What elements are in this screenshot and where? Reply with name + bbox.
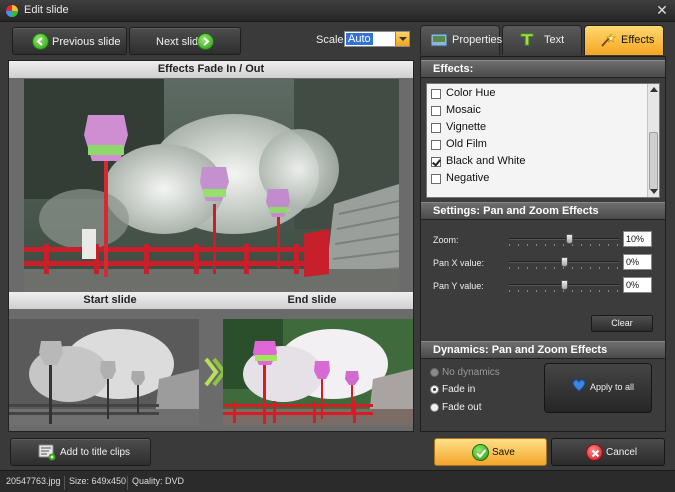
effects-header: Effects: [421, 60, 665, 78]
tab-effects[interactable]: Effects [584, 25, 664, 55]
radio-label: No dynamics [442, 367, 500, 378]
apply-to-all-button[interactable]: Apply to all [544, 363, 652, 413]
main-preview-image [24, 79, 399, 292]
scroll-thumb[interactable] [649, 132, 658, 190]
pany-label: Pan Y value: [433, 281, 484, 291]
tab-properties[interactable]: Properties [420, 25, 503, 55]
panx-slider-knob[interactable] [561, 257, 568, 267]
scale-value: Auto [346, 33, 373, 45]
zoom-slider-knob[interactable] [566, 234, 573, 244]
zoom-slider[interactable] [509, 234, 619, 248]
cancel-button[interactable]: Cancel [551, 438, 665, 466]
tab-effects-label: Effects [621, 34, 655, 46]
preview-panel: Effects Fade In / Out Start slide End sl… [8, 60, 414, 432]
arrow-right-icon [197, 33, 214, 50]
window-title: Edit slide [24, 4, 69, 16]
zoom-label: Zoom: [433, 235, 459, 245]
start-slide-header: Start slide [9, 292, 211, 309]
title-bar: Edit slide ✕ [0, 0, 675, 22]
effect-label: Old Film [446, 138, 487, 150]
zoom-value-field[interactable]: 10% [623, 231, 652, 247]
dynamics-header: Dynamics: Pan and Zoom Effects [421, 341, 665, 359]
radio-label: Fade in [442, 384, 476, 395]
effects-panel: Effects: Color Hue Mosaic Vignette Old F… [420, 56, 666, 432]
cancel-x-icon [586, 444, 603, 461]
close-icon: ✕ [656, 2, 668, 18]
effects-list: Color Hue Mosaic Vignette Old Film Black… [426, 83, 660, 198]
edit-slide-window: Edit slide ✕ Previous slide Next slide S… [0, 0, 675, 492]
settings-header: Settings: Pan and Zoom Effects [421, 202, 665, 220]
arrow-left-icon [32, 33, 49, 50]
next-slide-button[interactable]: Next slide [129, 27, 241, 55]
apply-to-all-label: Apply to all [590, 382, 635, 392]
close-button[interactable]: ✕ [653, 2, 671, 19]
save-button[interactable]: Save [434, 438, 547, 466]
effect-label: Color Hue [446, 87, 496, 99]
scroll-up-icon[interactable] [650, 87, 658, 92]
effect-label: Black and White [446, 155, 526, 167]
status-size: Size: 649x450 [69, 476, 127, 486]
effect-label: Mosaic [446, 104, 481, 116]
status-file: 20547763.jpg [6, 476, 61, 486]
save-label: Save [492, 447, 515, 458]
scale-label: Scale: [316, 34, 347, 46]
scroll-down-icon[interactable] [650, 189, 658, 194]
panx-value-field[interactable]: 0% [623, 254, 652, 270]
text-icon [520, 33, 534, 46]
pany-slider-knob[interactable] [561, 280, 568, 290]
panx-slider[interactable] [509, 257, 619, 271]
previous-slide-label: Previous slide [52, 36, 121, 48]
radio-label: Fade out [442, 402, 482, 413]
status-quality: Quality: DVD [132, 476, 185, 486]
effect-label: Negative [446, 172, 490, 184]
checkbox-checked[interactable] [431, 157, 441, 167]
add-to-title-clips-label: Add to title clips [60, 447, 131, 458]
pany-slider[interactable] [509, 280, 619, 294]
scale-dropdown[interactable]: Auto [344, 31, 410, 47]
properties-icon [431, 33, 447, 47]
app-logo-icon [6, 5, 18, 17]
clear-button[interactable]: Clear [591, 315, 653, 332]
effects-scrollbar[interactable] [647, 84, 659, 197]
checkbox[interactable] [431, 106, 441, 116]
status-bar: 20547763.jpg Size: 649x450 Quality: DVD [0, 470, 675, 492]
tab-properties-label: Properties [452, 34, 503, 46]
preview-header: Effects Fade In / Out [9, 61, 413, 78]
heart-icon [572, 379, 586, 392]
checkbox[interactable] [431, 174, 441, 184]
add-to-title-clips-button[interactable]: Add to title clips [10, 438, 151, 466]
check-icon [472, 444, 489, 461]
panx-label: Pan X value: [433, 258, 485, 268]
tab-text-label: Text [544, 34, 565, 46]
start-slide-image [9, 319, 199, 425]
tab-text[interactable]: Text [502, 25, 582, 55]
previous-slide-button[interactable]: Previous slide [12, 27, 127, 55]
checkbox[interactable] [431, 123, 441, 133]
checkbox[interactable] [431, 89, 441, 99]
end-slide-header: End slide [211, 292, 413, 309]
chevron-down-icon[interactable] [395, 32, 409, 46]
effects-icon [601, 33, 616, 47]
cancel-label: Cancel [606, 447, 638, 458]
pany-value-field[interactable]: 0% [623, 277, 652, 293]
title-clip-icon [38, 444, 56, 461]
effect-label: Vignette [446, 121, 487, 133]
end-slide-image [223, 319, 413, 425]
checkbox[interactable] [431, 140, 441, 150]
